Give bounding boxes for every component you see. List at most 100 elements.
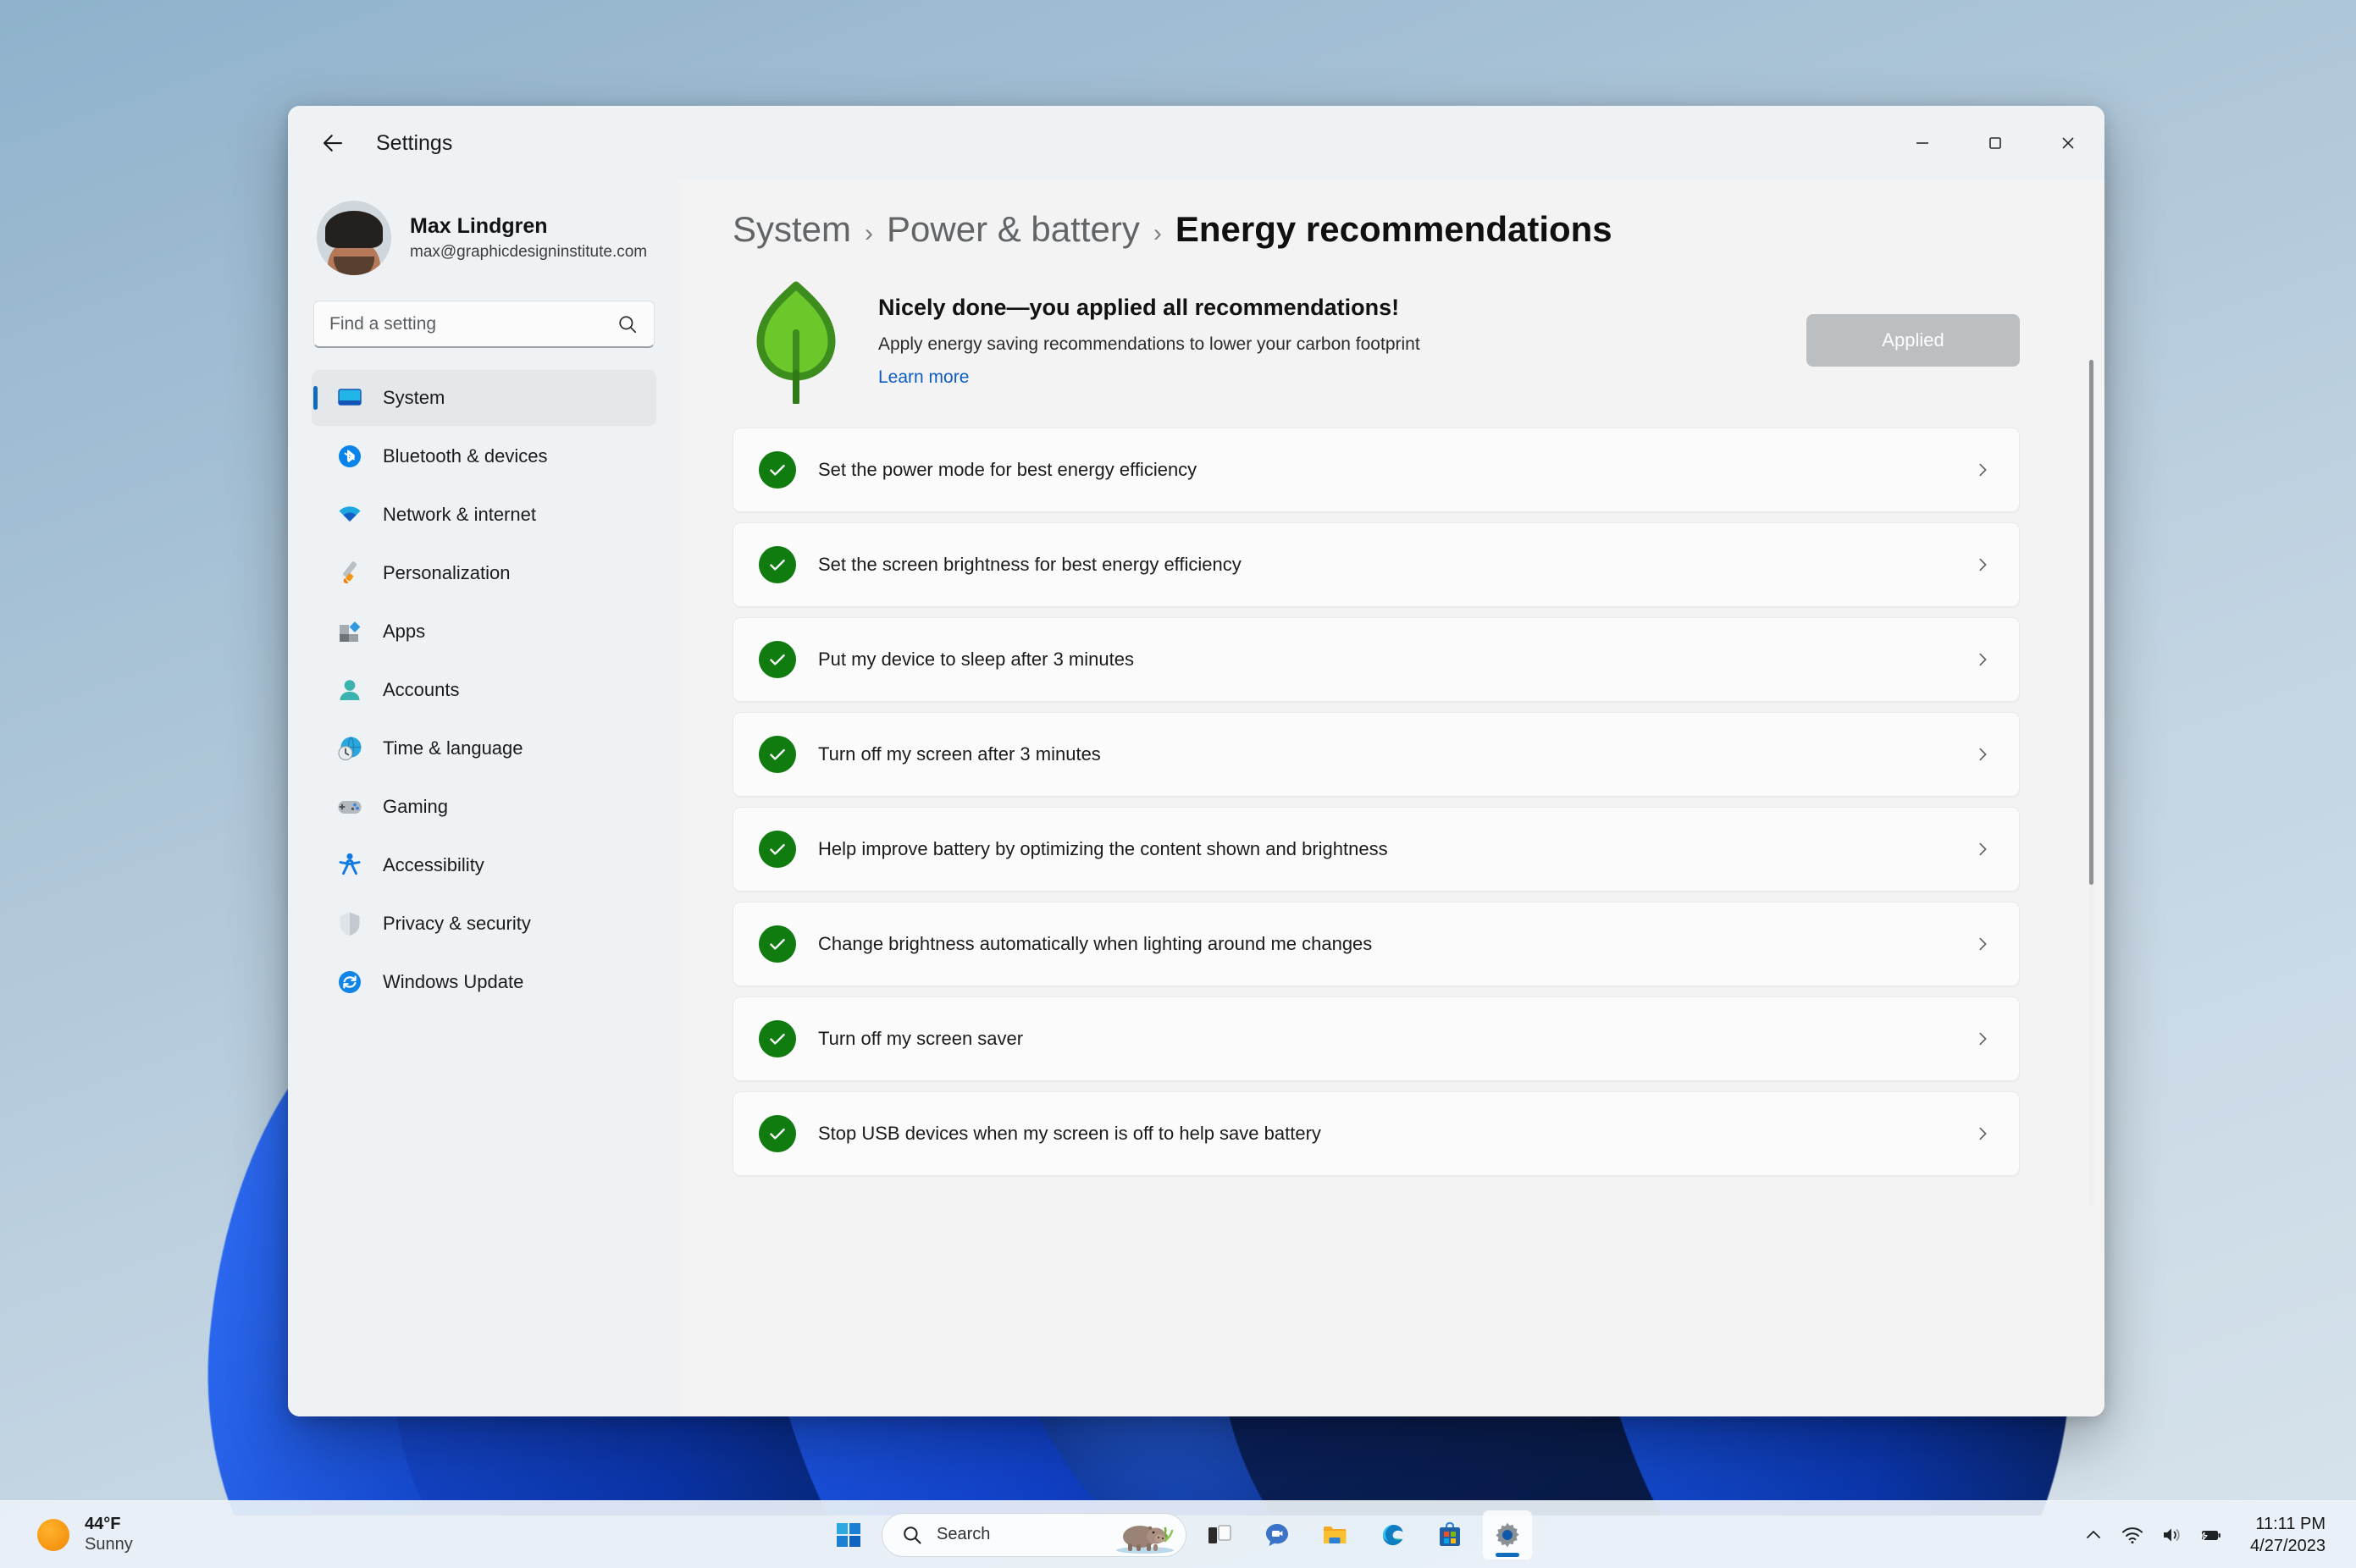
- leaf-icon: [733, 277, 860, 404]
- account-name: Max Lindgren: [410, 213, 548, 238]
- check-circle-icon: [759, 831, 796, 868]
- chevron-right-icon: [1973, 935, 1992, 953]
- sidebar-item-label: System: [383, 387, 445, 408]
- maximize-icon: [1989, 137, 2001, 149]
- recommendation-row[interactable]: Turn off my screen saver: [733, 997, 2020, 1081]
- chevron-right-icon: [1973, 461, 1992, 479]
- sidebar-item-label: Network & internet: [383, 504, 536, 525]
- sidebar-item-privacy-security[interactable]: Privacy & security: [312, 896, 656, 952]
- banner-subtitle: Apply energy saving recommendations to l…: [878, 334, 1420, 355]
- sidebar-item-apps[interactable]: Apps: [312, 604, 656, 660]
- close-button[interactable]: [2032, 106, 2104, 180]
- recommendation-row[interactable]: Help improve battery by optimizing the c…: [733, 807, 2020, 892]
- gear-icon: [1496, 1522, 1519, 1547]
- sidebar-item-network-internet[interactable]: Network & internet: [312, 487, 656, 543]
- clock-button[interactable]: 11:11 PM 4/27/2023: [2242, 1509, 2334, 1561]
- recommendation-label: Help improve battery by optimizing the c…: [818, 838, 1388, 859]
- apps-icon: [335, 617, 364, 646]
- back-arrow-icon: [323, 135, 343, 152]
- window-controls: [1886, 106, 2104, 180]
- sidebar: Max Lindgren max@graphicdesigninstitute.…: [288, 180, 680, 1416]
- sidebar-item-label: Gaming: [383, 796, 449, 817]
- minimize-button[interactable]: [1886, 106, 1959, 180]
- weather-widget[interactable]: 44°F Sunny: [25, 1509, 237, 1560]
- recommendation-row[interactable]: Set the power mode for best energy effic…: [733, 428, 2020, 512]
- chevron-right-icon: [1973, 840, 1992, 859]
- window-title: Settings: [376, 130, 453, 155]
- maximize-button[interactable]: [1959, 106, 2032, 180]
- wifi-icon: [335, 500, 364, 529]
- page-title: Energy recommendations: [1175, 209, 1612, 249]
- applied-button[interactable]: Applied: [1806, 314, 2020, 367]
- volume-button[interactable]: [2152, 1512, 2191, 1558]
- tray-time: 11:11 PM: [2255, 1514, 2326, 1533]
- recommendation-label: Turn off my screen after 3 minutes: [818, 743, 1101, 765]
- minimize-icon: [1916, 142, 1928, 144]
- chat-button[interactable]: [1253, 1510, 1302, 1560]
- sidebar-item-windows-update[interactable]: Windows Update: [312, 954, 656, 1010]
- battery-charging-icon: [2200, 1530, 2221, 1541]
- file-explorer-button[interactable]: [1310, 1510, 1359, 1560]
- check-circle-icon: [759, 1020, 796, 1057]
- breadcrumb-item-system[interactable]: System: [733, 209, 851, 250]
- chevron-right-icon: [1973, 650, 1992, 669]
- learn-more-link[interactable]: Learn more: [878, 367, 969, 388]
- account-card[interactable]: Max Lindgren max@graphicdesigninstitute.…: [312, 180, 656, 301]
- taskbar: 44°F Sunny Search 11:11 PM 4/27/2023: [0, 1500, 2356, 1568]
- recommendation-label: Stop USB devices when my screen is off t…: [818, 1123, 1321, 1144]
- paintbrush-icon: [335, 559, 364, 588]
- store-button[interactable]: [1425, 1510, 1474, 1560]
- recommendation-label: Put my device to sleep after 3 minutes: [818, 649, 1134, 670]
- recommendation-label: Turn off my screen saver: [818, 1028, 1024, 1049]
- recommendation-label: Set the power mode for best energy effic…: [818, 459, 1197, 480]
- sidebar-item-accounts[interactable]: Accounts: [312, 662, 656, 718]
- breadcrumb-item-power-battery[interactable]: Power & battery: [887, 209, 1140, 250]
- sidebar-item-gaming[interactable]: Gaming: [312, 779, 656, 835]
- sidebar-item-bluetooth-devices[interactable]: Bluetooth & devices: [312, 428, 656, 484]
- account-email: max@graphicdesigninstitute.com: [410, 242, 648, 261]
- recommendation-row[interactable]: Set the screen brightness for best energ…: [733, 522, 2020, 607]
- sidebar-item-personalization[interactable]: Personalization: [312, 545, 656, 601]
- start-button[interactable]: [824, 1510, 873, 1560]
- tray-overflow-button[interactable]: [2074, 1512, 2113, 1558]
- search-setting-box[interactable]: [313, 301, 655, 348]
- sidebar-item-system[interactable]: System: [312, 370, 656, 426]
- bluetooth-icon: [335, 442, 364, 471]
- battery-button[interactable]: [2191, 1512, 2230, 1558]
- avatar: [317, 201, 391, 275]
- vertical-scrollbar[interactable]: [2088, 360, 2094, 1206]
- recommendation-row[interactable]: Turn off my screen after 3 minutes: [733, 712, 2020, 797]
- taskbar-center: Search: [824, 1510, 1532, 1560]
- recommendation-row[interactable]: Stop USB devices when my screen is off t…: [733, 1091, 2020, 1176]
- wifi-icon: [2122, 1527, 2143, 1543]
- windows-logo-icon: [837, 1522, 860, 1547]
- network-button[interactable]: [2113, 1512, 2152, 1558]
- main-pane: System › Power & battery › Energy recomm…: [680, 180, 2104, 1416]
- back-button[interactable]: [308, 119, 357, 168]
- scrollbar-thumb[interactable]: [2089, 360, 2093, 885]
- sun-icon: [37, 1518, 69, 1551]
- chevron-right-icon: [1973, 745, 1992, 764]
- weather-temperature: 44°F: [85, 1515, 121, 1533]
- sidebar-item-label: Accessibility: [383, 854, 484, 875]
- recommendation-label: Change brightness automatically when lig…: [818, 933, 1373, 954]
- recommendation-row[interactable]: Change brightness automatically when lig…: [733, 902, 2020, 986]
- sidebar-item-time-language[interactable]: Time & language: [312, 721, 656, 776]
- clock-globe-icon: [335, 734, 364, 763]
- store-icon: [1440, 1521, 1460, 1546]
- search-input[interactable]: [329, 313, 617, 334]
- chevron-right-icon: [1973, 1124, 1992, 1143]
- sidebar-item-label: Windows Update: [383, 971, 524, 992]
- window-titlebar: Settings: [288, 106, 2104, 180]
- recommendation-row[interactable]: Put my device to sleep after 3 minutes: [733, 617, 2020, 702]
- edge-button[interactable]: [1368, 1510, 1417, 1560]
- sidebar-item-accessibility[interactable]: Accessibility: [312, 837, 656, 893]
- task-view-button[interactable]: [1195, 1510, 1244, 1560]
- update-icon: [335, 968, 364, 997]
- settings-button[interactable]: [1483, 1510, 1532, 1560]
- task-view-icon: [1208, 1524, 1231, 1543]
- check-circle-icon: [759, 1115, 796, 1152]
- banner-title: Nicely done—you applied all recommendati…: [878, 295, 1400, 321]
- taskbar-search-box[interactable]: Search: [882, 1512, 1186, 1557]
- recommendations-list: Set the power mode for best energy effic…: [733, 428, 2054, 1210]
